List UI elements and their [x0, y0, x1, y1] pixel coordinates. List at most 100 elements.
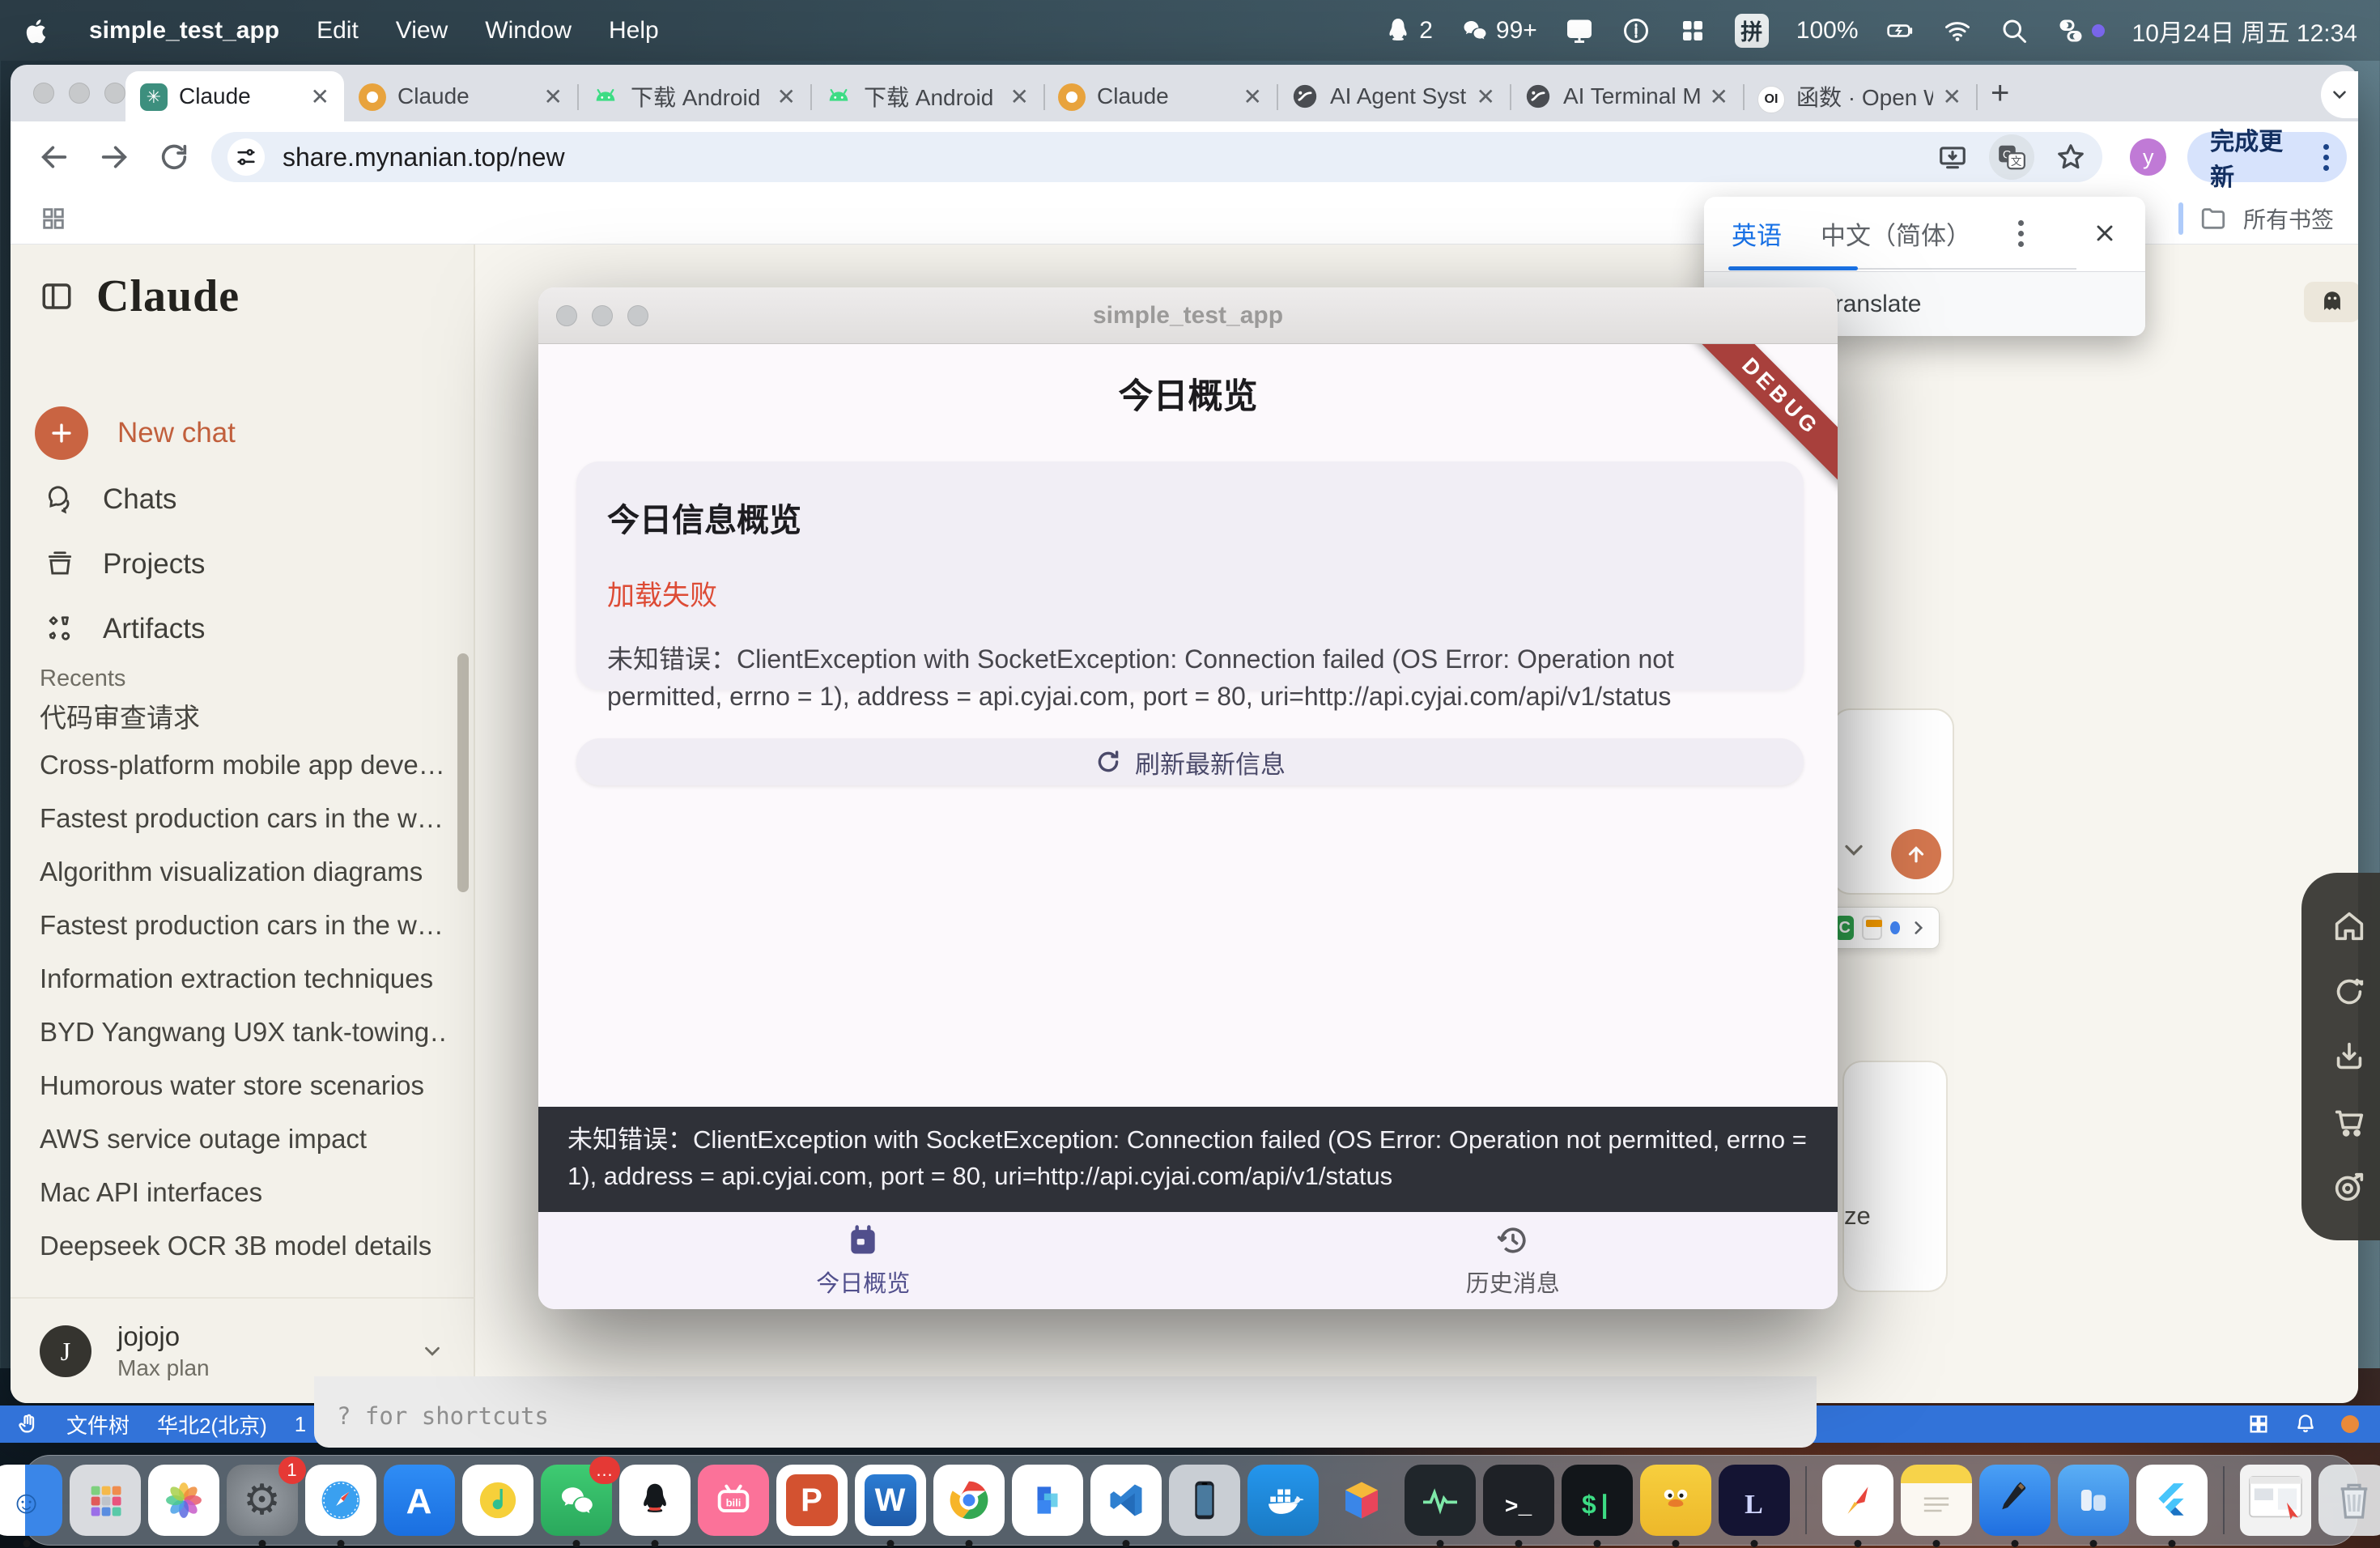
dock-iphone-mirroring[interactable] [1169, 1465, 1240, 1536]
dock-color-cube[interactable] [1326, 1465, 1397, 1536]
active-app-name[interactable]: simple_test_app [89, 17, 279, 45]
url-text[interactable]: share.mynanian.top/new [283, 142, 1916, 172]
input-method-icon[interactable]: 拼 [1735, 14, 1769, 48]
sidebar-item-chats[interactable]: Chats [45, 483, 176, 516]
dock-lilisi-network[interactable]: L [1719, 1465, 1790, 1536]
dock-powerpoint[interactable]: P [776, 1465, 848, 1536]
recent-chat-item[interactable]: Algorithm visualization diagrams [40, 857, 448, 887]
dock-duck-app[interactable] [1640, 1465, 1711, 1536]
tab-2-claude[interactable]: Claude✕ [344, 71, 577, 121]
wechat-status[interactable]: 99+ [1460, 16, 1537, 45]
region-label[interactable]: 华北2(北京) [157, 1410, 267, 1440]
chrome-update-button[interactable]: 完成更新 [2187, 132, 2347, 182]
dock-finder[interactable]: ☺ [0, 1465, 62, 1536]
model-selector-chevron-icon[interactable] [1839, 836, 1868, 865]
dock-safari[interactable] [305, 1465, 376, 1536]
tab-close-icon[interactable]: ✕ [1234, 83, 1262, 110]
recent-chat-item[interactable]: Deepseek OCR 3B model details [40, 1231, 448, 1261]
dock-bilibili[interactable]: bili [698, 1465, 769, 1536]
window-grid-icon[interactable] [1678, 16, 1707, 45]
dock-app-store[interactable]: A [384, 1465, 455, 1536]
translate-close-icon[interactable] [2092, 220, 2118, 246]
download-icon[interactable] [2331, 1038, 2368, 1075]
sidebar-toggle-icon[interactable] [40, 279, 74, 313]
browser-profile-avatar[interactable]: y [2130, 138, 2166, 176]
dock-photos[interactable] [148, 1465, 219, 1536]
dock-notes[interactable] [1901, 1465, 1972, 1536]
refresh-button[interactable]: 刷新最新信息 [576, 738, 1804, 785]
file-tree-label[interactable]: 文件树 [66, 1410, 130, 1440]
tab-close-icon[interactable]: ✕ [1700, 83, 1728, 110]
new-tab-button[interactable]: + [1991, 75, 2009, 112]
all-bookmarks[interactable]: 所有书签 [2178, 202, 2334, 235]
wifi-icon[interactable] [1943, 16, 1972, 45]
apple-menu-icon[interactable] [23, 16, 52, 45]
recent-chat-item[interactable]: AWS service outage impact [40, 1124, 448, 1155]
recent-chat-item[interactable]: Cross-platform mobile app deve… [40, 750, 448, 780]
recent-chat-item[interactable]: Humorous water store scenarios [40, 1070, 448, 1101]
claude-feedback-button[interactable] [2304, 282, 2358, 322]
dock-tower[interactable] [1012, 1465, 1083, 1536]
dock-trash[interactable] [2318, 1465, 2380, 1536]
dock-xcode[interactable] [1979, 1465, 2051, 1536]
tab-5-claude[interactable]: Claude✕ [1043, 71, 1277, 121]
dock-word[interactable]: W [855, 1465, 926, 1536]
dock-wechat[interactable]: … [541, 1465, 612, 1536]
tab-7-ai-terminal-mo[interactable]: AI Terminal Mo✕ [1510, 71, 1743, 121]
close-window-button[interactable] [33, 83, 54, 104]
tab-4--android-st[interactable]: 下载 Android St✕ [810, 71, 1043, 121]
dock-cash-terminal[interactable]: $| [1562, 1465, 1633, 1536]
dock-minimized-window[interactable] [2240, 1465, 2311, 1536]
site-settings-icon[interactable] [227, 138, 265, 176]
new-chat-button[interactable]: New chat [35, 406, 236, 460]
tab-1-claude[interactable]: ✳Claude✕ [125, 71, 344, 121]
cart-icon[interactable] [2331, 1103, 2368, 1140]
dock-flutter[interactable] [2136, 1465, 2208, 1536]
forward-button[interactable] [98, 141, 130, 173]
dock-qq-music[interactable] [462, 1465, 533, 1536]
control-center[interactable] [2056, 16, 2105, 45]
tab-close-icon[interactable]: ✕ [767, 83, 796, 110]
menubar-clock[interactable]: 10月24日 周五 12:34 [2132, 13, 2357, 49]
chevron-right-icon[interactable] [1908, 917, 1929, 938]
app-titlebar[interactable]: simple_test_app [538, 287, 1838, 344]
dock-simulator[interactable] [2058, 1465, 2129, 1536]
recent-chat-item[interactable]: Mac API interfaces [40, 1177, 448, 1208]
tab-close-icon[interactable]: ✕ [1933, 83, 1961, 110]
menu-edit[interactable]: Edit [317, 17, 359, 45]
dock-arrow-app[interactable] [1822, 1465, 1893, 1536]
bell-icon[interactable] [2294, 1413, 2317, 1435]
minimize-window-button[interactable] [69, 83, 90, 104]
dock-activity-monitor[interactable] [1405, 1465, 1476, 1536]
recent-chat-item[interactable]: BYD Yangwang U9X tank-towing… [40, 1017, 448, 1048]
google-translate-icon[interactable]: G文 [1989, 134, 2034, 180]
tab-6-ai-agent-syste[interactable]: AI Agent Syste✕ [1277, 71, 1510, 121]
account-menu[interactable]: J jojojo Max plan [40, 1321, 444, 1381]
tab-8--open-we[interactable]: OI函数 · Open We✕ [1743, 71, 1976, 121]
dock-terminal[interactable]: >_ [1483, 1465, 1554, 1536]
layout-grid-icon[interactable] [2247, 1413, 2270, 1435]
menu-view[interactable]: View [396, 17, 448, 45]
recent-chat-item[interactable]: 代码审查请求 [40, 696, 448, 735]
back-button[interactable] [38, 141, 70, 173]
tab-close-icon[interactable]: ✕ [301, 83, 329, 110]
spotlight-search-icon[interactable] [2000, 16, 2029, 45]
recent-chat-item[interactable]: Information extraction techniques [40, 963, 448, 994]
browser-traffic-lights[interactable] [33, 83, 125, 104]
recent-chat-item[interactable]: Fastest production cars in the w… [40, 803, 448, 834]
translate-tab-chinese[interactable]: 中文（简体） [1821, 215, 1971, 252]
address-bar[interactable]: share.mynanian.top/new G文 [211, 132, 2102, 182]
qq-status[interactable]: 2 [1383, 16, 1433, 45]
tab-search-chevron[interactable] [2321, 71, 2358, 118]
nav-tab-history[interactable]: 历史消息 [1188, 1212, 1838, 1309]
tab-groups-icon[interactable] [40, 205, 67, 232]
battery-icon[interactable] [1886, 16, 1915, 45]
dock-system-settings[interactable]: ⚙1 [227, 1465, 298, 1536]
bookmark-star-icon[interactable] [2055, 142, 2086, 172]
nav-tab-calendar[interactable]: 今日概览 [538, 1212, 1188, 1309]
dock-chrome[interactable] [933, 1465, 1005, 1536]
target-icon[interactable] [2331, 1168, 2368, 1206]
translate-tab-english[interactable]: 英语 [1732, 215, 1782, 252]
home-icon[interactable] [2331, 908, 2368, 945]
tab-close-icon[interactable]: ✕ [1001, 83, 1029, 110]
